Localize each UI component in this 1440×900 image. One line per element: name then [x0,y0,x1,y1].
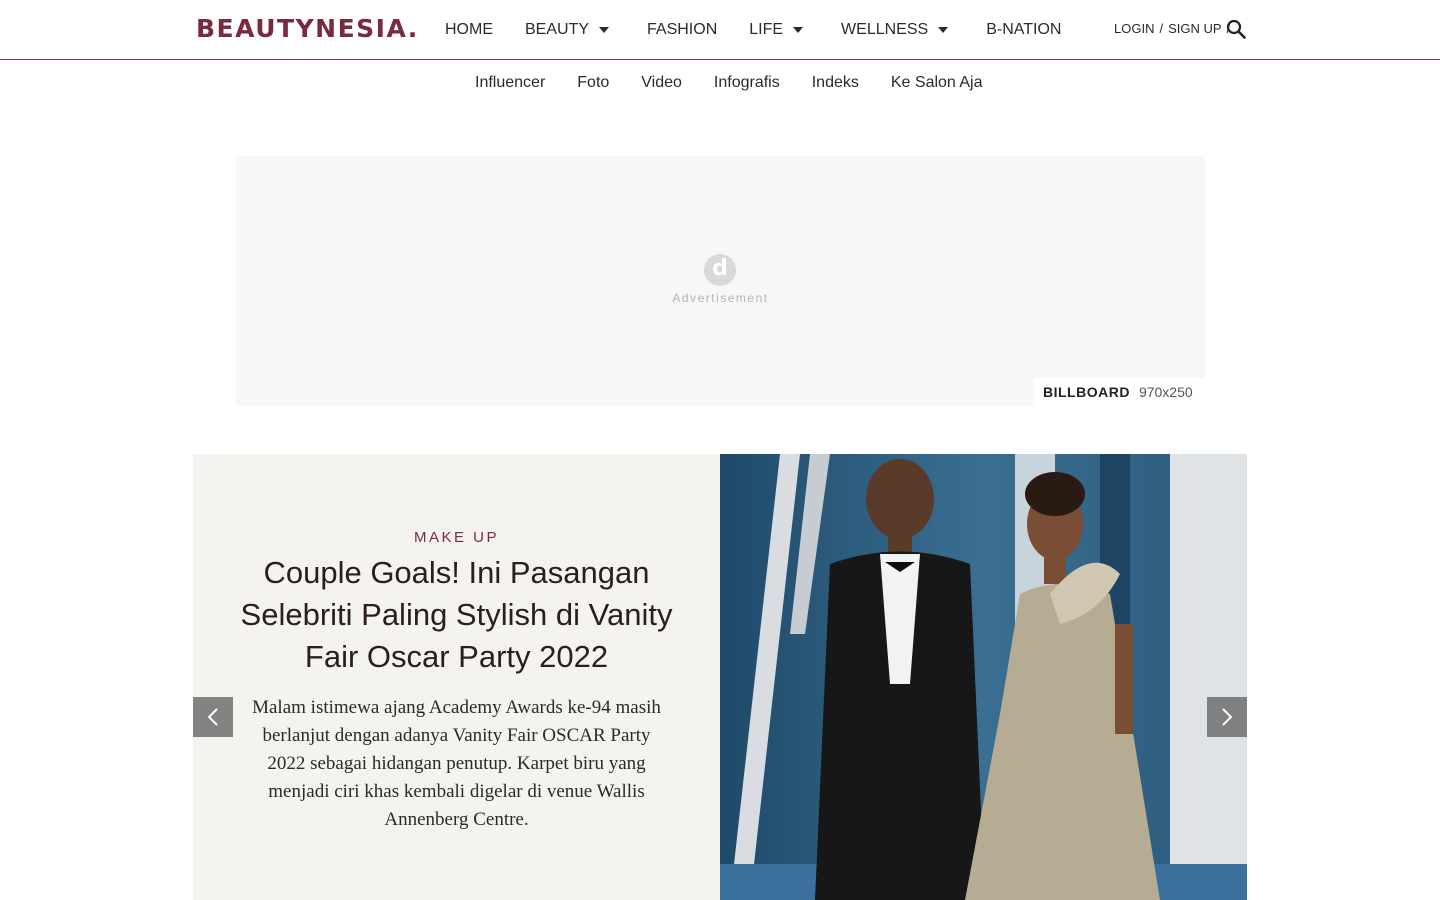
site-logo[interactable]: BEAUTYNESIA. [196,14,419,43]
slider-next-button[interactable] [1207,697,1247,737]
login-link[interactable]: LOGIN [1114,21,1154,36]
ad-text: Advertisement [672,291,769,305]
nav-label: BEAUTY [525,21,590,38]
hero-excerpt: Malam istimewa ajang Academy Awards ke-9… [252,697,661,830]
subnav-indeks[interactable]: Indeks [812,74,859,92]
hero-text-panel[interactable]: MAKE UP Couple Goals! Ini Pasangan Seleb… [193,454,720,900]
nav-life[interactable]: LIFE [749,21,804,39]
chevron-down-icon [599,27,610,33]
search-icon[interactable] [1226,19,1246,39]
chevron-down-icon [793,27,804,33]
hero-headline[interactable]: Couple Goals! Ini Pasangan Selebriti Pal… [233,552,680,678]
subnav-infografis[interactable]: Infografis [714,74,780,92]
nav-fashion[interactable]: FASHION [647,21,717,39]
ad-label: BILLBOARD [1043,384,1130,400]
subnav-foto[interactable]: Foto [577,74,609,92]
chevron-down-icon [938,27,949,33]
nav-label: LIFE [749,21,784,38]
ad-size-label: BILLBOARD 970x250 [1034,378,1205,406]
sub-nav: Influencer Foto Video Infografis Indeks … [475,74,1015,92]
auth-links: LOGIN / SIGN UP / [1114,21,1235,36]
signup-link[interactable]: SIGN UP [1168,21,1221,36]
subnav-ke-salon-aja[interactable]: Ke Salon Aja [891,74,983,92]
subnav-video[interactable]: Video [641,74,682,92]
chevron-right-icon [1222,708,1233,726]
top-header: BEAUTYNESIA. HOME BEAUTY FASHION LIFE WE… [0,0,1440,60]
logo-dot: . [407,14,419,43]
hero-image[interactable] [720,454,1247,900]
nav-b-nation[interactable]: B-NATION [986,21,1061,39]
nav-beauty[interactable]: BEAUTY [525,21,610,39]
separator: / [1159,21,1164,36]
hero-photo-illustration [720,454,1247,900]
chevron-left-icon [207,708,218,726]
subnav-influencer[interactable]: Influencer [475,74,545,92]
nav-wellness[interactable]: WELLNESS [841,21,949,39]
billboard-ad[interactable]: d Advertisement BILLBOARD 970x250 [236,156,1205,406]
slider-prev-button[interactable] [193,697,233,737]
logo-text: BEAUTYNESIA [196,14,408,43]
hero-slider: MAKE UP Couple Goals! Ini Pasangan Seleb… [193,454,1247,900]
hero-category[interactable]: MAKE UP [193,529,720,546]
nav-label: WELLNESS [841,21,929,38]
ad-size: 970x250 [1138,384,1193,400]
ad-logo-icon: d [704,254,736,286]
nav-label: B-NATION [986,21,1062,38]
nav-label: HOME [445,21,493,38]
main-nav: HOME BEAUTY FASHION LIFE WELLNESS B-NATI… [445,19,1093,41]
nav-home[interactable]: HOME [445,21,493,39]
nav-label: FASHION [647,21,718,38]
